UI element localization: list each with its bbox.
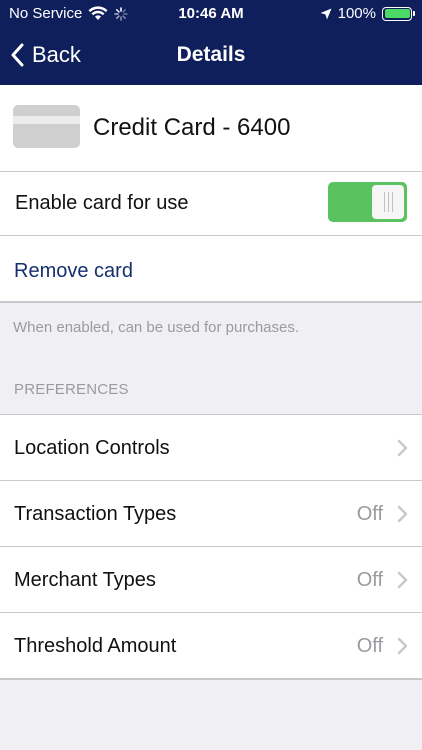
battery-level (384, 9, 410, 18)
chevron-right-icon (397, 505, 408, 523)
enable-card-label: Enable card for use (15, 192, 189, 214)
enable-card-switch[interactable] (328, 182, 407, 222)
divider (0, 678, 422, 680)
card-summary: Credit Card - 6400 (0, 85, 422, 171)
remove-card-link[interactable]: Remove card (14, 260, 133, 283)
pref-row-location-controls[interactable]: Location Controls (0, 415, 422, 480)
card-stripe (13, 116, 80, 124)
pref-row-threshold-amount[interactable]: Threshold Amount Off (0, 613, 422, 678)
pref-label: Transaction Types (14, 503, 177, 525)
pref-row-transaction-types[interactable]: Transaction Types Off (0, 481, 422, 546)
battery-percent: 100% (337, 5, 376, 22)
enable-hint: When enabled, can be used for purchases. (13, 319, 300, 336)
switch-knob (372, 185, 404, 219)
pref-value: Off (356, 635, 383, 657)
pref-label: Merchant Types (14, 569, 156, 591)
location-arrow-icon (320, 8, 332, 19)
status-bar: No Service 10:46 AM 100% (0, 0, 422, 28)
pref-value: Off (356, 503, 383, 525)
divider (0, 301, 422, 303)
chevron-right-icon (397, 571, 408, 589)
chevron-right-icon (397, 439, 408, 457)
pref-value: Off (356, 569, 383, 591)
enable-card-row: Enable card for use (0, 172, 422, 235)
pref-row-merchant-types[interactable]: Merchant Types Off (0, 547, 422, 612)
pref-label: Threshold Amount (14, 635, 177, 657)
pref-label: Location Controls (14, 437, 170, 459)
section-header-preferences: PREFERENCES (14, 381, 129, 398)
remove-card-row[interactable]: Remove card (0, 236, 422, 301)
battery-charging-icon (382, 6, 415, 21)
status-right: 100% (320, 5, 415, 22)
chevron-right-icon (397, 637, 408, 655)
credit-card-icon (13, 105, 80, 148)
header: No Service 10:46 AM 100% Back Details (0, 0, 422, 85)
card-title: Credit Card - 6400 (93, 114, 291, 141)
page-title: Details (176, 43, 246, 66)
navigation-bar: Back Details (0, 28, 422, 85)
